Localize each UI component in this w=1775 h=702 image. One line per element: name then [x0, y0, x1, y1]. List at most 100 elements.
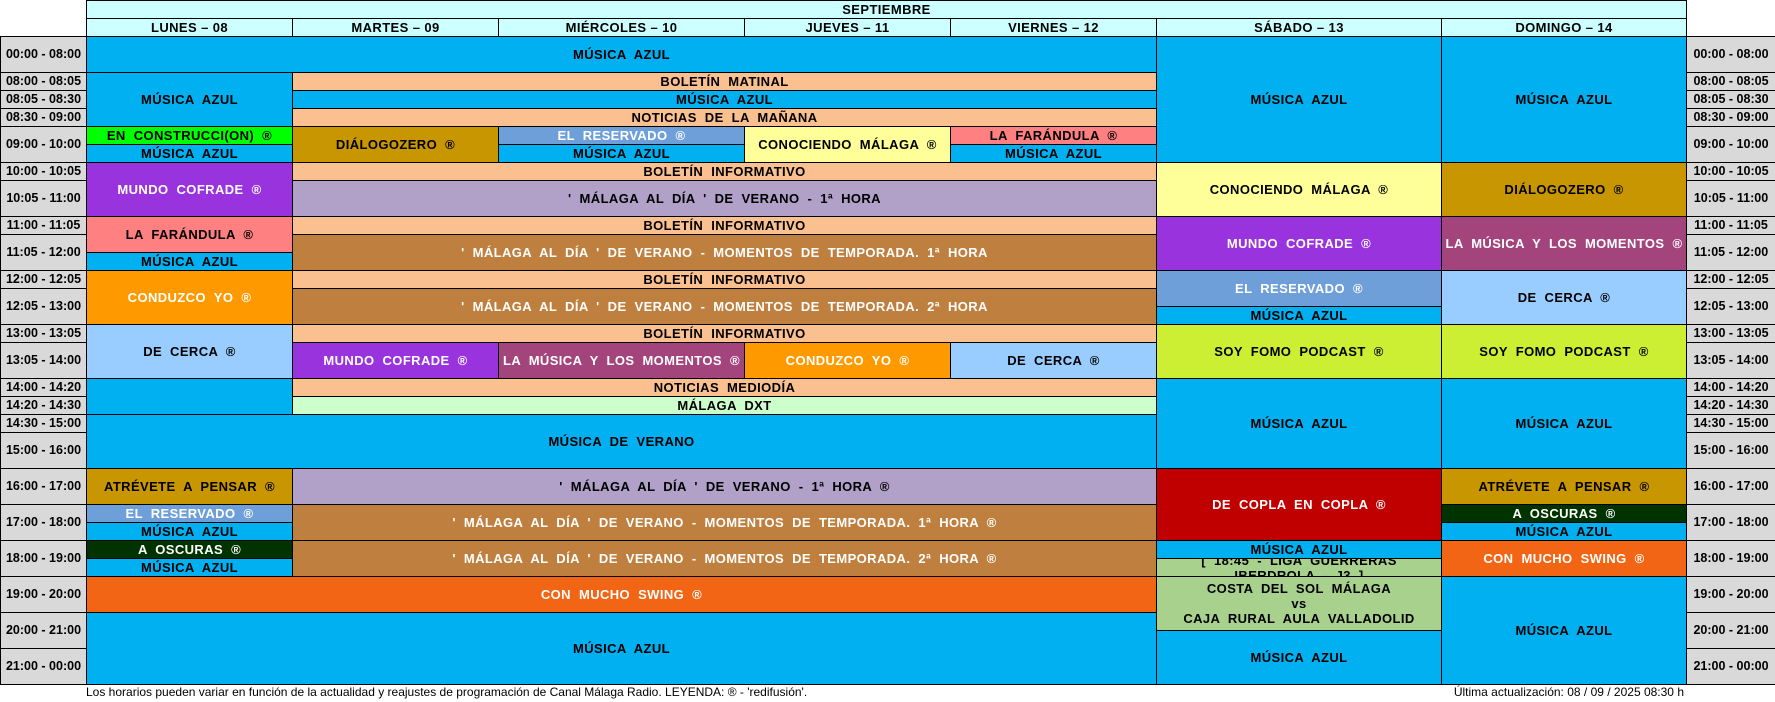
program-block: ATRÉVETE A PENSAR ®	[1441, 468, 1687, 505]
program-block: BOLETÍN INFORMATIVO	[292, 270, 1157, 289]
program-block: MÚSICA AZUL	[950, 144, 1157, 163]
time-label-left: 11:05 - 12:00	[0, 234, 87, 271]
day-header: MARTES – 09	[292, 18, 499, 37]
time-label-right: 10:00 - 10:05	[1686, 162, 1775, 181]
program-block: ' MÁLAGA AL DÍA ' DE VERANO - 1ª HORA ®	[292, 468, 1157, 505]
day-header: DOMINGO – 14	[1441, 18, 1687, 37]
program-block: COSTA DEL SOL MÁLAGA vs CAJA RURAL AULA …	[1156, 576, 1442, 631]
program-block: MÚSICA AZUL	[1156, 36, 1442, 163]
program-block: EN CONSTRUCCI(ON) ®	[86, 126, 293, 145]
time-label-right: 00:00 - 08:00	[1686, 36, 1775, 73]
time-label-left: 09:00 - 10:00	[0, 126, 87, 163]
schedule-grid: SEPTIEMBRE LUNES – 08 MARTES – 09 MIÉRCOLES…	[0, 0, 1775, 685]
program-block: LA MÚSICA Y LOS MOMENTOS ®	[498, 342, 745, 379]
time-label-right: 11:05 - 12:00	[1686, 234, 1775, 271]
time-label-left: 15:00 - 16:00	[0, 432, 87, 469]
time-label-left: 10:00 - 10:05	[0, 162, 87, 181]
day-header: MIÉRCOLES – 10	[498, 18, 745, 37]
program-block: MÚSICA AZUL	[86, 144, 293, 163]
time-label-left: 16:00 - 17:00	[0, 468, 87, 505]
program-block: BOLETÍN INFORMATIVO	[292, 324, 1157, 343]
program-block: DIÁLOGOZERO ®	[292, 126, 499, 163]
time-label-left: 08:30 - 09:00	[0, 108, 87, 127]
time-label-right: 12:00 - 12:05	[1686, 270, 1775, 289]
program-block: DE CERCA ®	[1441, 270, 1687, 325]
program-block: BOLETÍN INFORMATIVO	[292, 162, 1157, 181]
time-label-right: 14:30 - 15:00	[1686, 414, 1775, 433]
program-block: LA FARÁNDULA ®	[86, 216, 293, 253]
program-block: DIÁLOGOZERO ®	[1441, 162, 1687, 217]
program-block: CON MUCHO SWING ®	[86, 576, 1157, 613]
time-label-left: 18:00 - 19:00	[0, 540, 87, 577]
program-block: ' MÁLAGA AL DÍA ' DE VERANO - MOMENTOS D…	[292, 540, 1157, 577]
time-label-right: 13:00 - 13:05	[1686, 324, 1775, 343]
program-block: ' MÁLAGA AL DÍA ' DE VERANO - MOMENTOS D…	[292, 234, 1157, 271]
program-block: NOTICIAS DE LA MAÑANA	[292, 108, 1157, 127]
time-label-left: 08:05 - 08:30	[0, 90, 87, 109]
time-label-left: 08:00 - 08:05	[0, 72, 87, 91]
program-block: CONOCIENDO MÁLAGA ®	[1156, 162, 1442, 217]
time-label-right: 20:00 - 21:00	[1686, 612, 1775, 649]
time-label-right: 13:05 - 14:00	[1686, 342, 1775, 379]
time-label-right: 08:30 - 09:00	[1686, 108, 1775, 127]
program-block: EL RESERVADO ®	[498, 126, 745, 145]
time-label-left: 11:00 - 11:05	[0, 216, 87, 235]
program-block: MÚSICA AZUL	[1156, 306, 1442, 325]
program-block: MÚSICA AZUL	[1441, 576, 1687, 685]
program-block: MUNDO COFRADE ®	[86, 162, 293, 217]
time-label-right: 21:00 - 00:00	[1686, 648, 1775, 685]
day-header: JUEVES – 11	[744, 18, 951, 37]
program-block: CONDUZCO YO ®	[86, 270, 293, 325]
time-label-left: 19:00 - 20:00	[0, 576, 87, 613]
program-block: BOLETÍN INFORMATIVO	[292, 216, 1157, 235]
time-label-left: 13:00 - 13:05	[0, 324, 87, 343]
program-block: MÚSICA AZUL	[1156, 540, 1442, 559]
program-block: MÚSICA AZUL	[1441, 36, 1687, 163]
time-label-left: 21:00 - 00:00	[0, 648, 87, 685]
time-label-left: 20:00 - 21:00	[0, 612, 87, 649]
program-block: MÚSICA AZUL	[86, 522, 293, 541]
time-label-right: 12:05 - 13:00	[1686, 288, 1775, 325]
footer-note: Los horarios pueden variar en función de…	[86, 685, 808, 699]
time-label-left: 17:00 - 18:00	[0, 504, 87, 541]
program-block: EL RESERVADO ®	[86, 504, 293, 523]
program-block: MÁLAGA DXT	[292, 396, 1157, 415]
program-block: ATRÉVETE A PENSAR ®	[86, 468, 293, 505]
program-block: ' MÁLAGA AL DÍA ' DE VERANO - MOMENTOS D…	[292, 504, 1157, 541]
program-block: NOTICIAS MEDIODÍA	[292, 378, 1157, 397]
last-updated: Última actualización: 08 / 09 / 2025 08:…	[1453, 685, 1684, 699]
program-block: MÚSICA AZUL	[1156, 378, 1442, 469]
time-label-left: 00:00 - 08:00	[0, 36, 87, 73]
time-label-right: 16:00 - 17:00	[1686, 468, 1775, 505]
time-label-right: 09:00 - 10:00	[1686, 126, 1775, 163]
program-block: MÚSICA AZUL	[1441, 522, 1687, 541]
day-header: LUNES – 08	[86, 18, 293, 37]
time-label-right: 18:00 - 19:00	[1686, 540, 1775, 577]
time-label-left: 12:05 - 13:00	[0, 288, 87, 325]
program-block: SOY FOMO PODCAST ®	[1156, 324, 1442, 379]
program-block: CON MUCHO SWING ®	[1441, 540, 1687, 577]
time-label-right: 15:00 - 16:00	[1686, 432, 1775, 469]
time-label-right: 14:20 - 14:30	[1686, 396, 1775, 415]
program-block: MUNDO COFRADE ®	[292, 342, 499, 379]
time-label-right: 17:00 - 18:00	[1686, 504, 1775, 541]
program-block: DE CERCA ®	[950, 342, 1157, 379]
time-label-right: 08:00 - 08:05	[1686, 72, 1775, 91]
time-label-left: 12:00 - 12:05	[0, 270, 87, 289]
day-header: SÁBADO – 13	[1156, 18, 1442, 37]
time-label-left: 13:05 - 14:00	[0, 342, 87, 379]
program-block: MÚSICA AZUL	[86, 612, 1157, 685]
time-label-right: 14:00 - 14:20	[1686, 378, 1775, 397]
program-block: CONOCIENDO MÁLAGA ®	[744, 126, 951, 163]
program-block: DE COPLA EN COPLA ®	[1156, 468, 1442, 541]
day-header: VIERNES – 12	[950, 18, 1157, 37]
program-block: A OSCURAS ®	[1441, 504, 1687, 523]
time-label-left: 14:20 - 14:30	[0, 396, 87, 415]
program-block: SOY FOMO PODCAST ®	[1441, 324, 1687, 379]
program-block: MÚSICA DE VERANO	[86, 414, 1157, 469]
program-block: MÚSICA AZUL	[292, 90, 1157, 109]
time-label-left: 14:30 - 15:00	[0, 414, 87, 433]
time-label-right: 19:00 - 20:00	[1686, 576, 1775, 613]
time-label-right: 10:05 - 11:00	[1686, 180, 1775, 217]
program-block: DE CERCA ®	[86, 324, 293, 379]
